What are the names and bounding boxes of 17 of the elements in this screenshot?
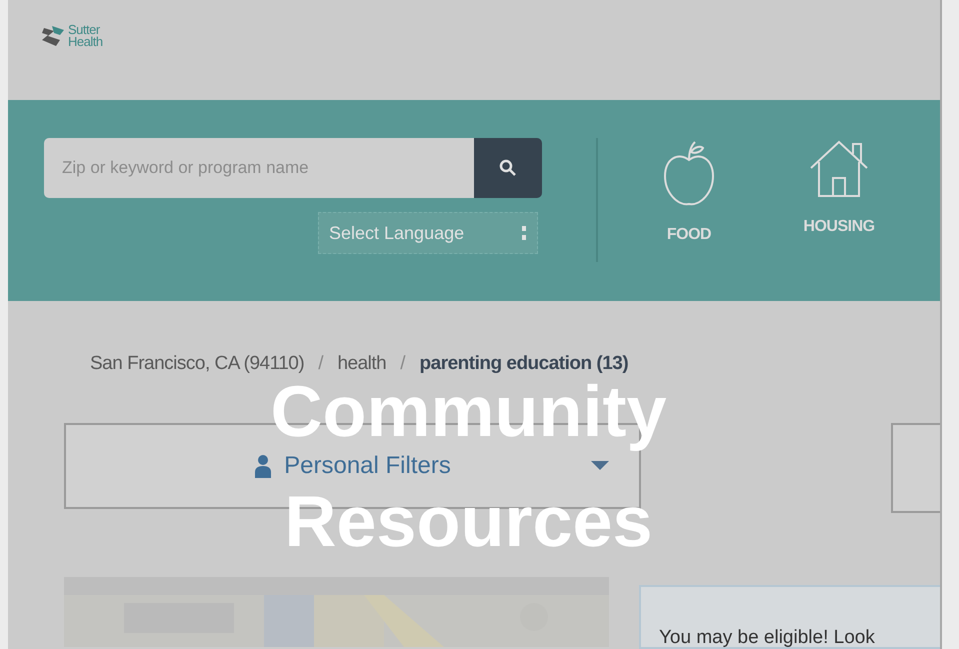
breadcrumb-link[interactable]: parenting education (13) bbox=[420, 353, 628, 375]
breadcrumb-link[interactable]: San Francisco, CA (94110) bbox=[90, 353, 304, 375]
category-link[interactable]: HOUSING bbox=[784, 138, 894, 301]
category-link[interactable]: FOOD bbox=[634, 138, 744, 301]
language-select[interactable]: Select Language bbox=[318, 212, 538, 254]
search-field[interactable]: Zip or keyword or program name bbox=[44, 138, 474, 198]
updown-icon bbox=[521, 225, 527, 242]
person-icon bbox=[254, 454, 272, 478]
logo-text: Sutter Health bbox=[68, 24, 103, 48]
search-button[interactable] bbox=[474, 138, 542, 198]
breadcrumb-link[interactable]: health bbox=[337, 353, 386, 375]
search-icon bbox=[499, 159, 517, 178]
logo-icon bbox=[40, 24, 66, 48]
breadcrumb-separator: / bbox=[318, 353, 324, 375]
notice-text: You may be eligible! Look bbox=[659, 627, 876, 647]
caret-icon bbox=[591, 461, 609, 470]
breadcrumb-separator: / bbox=[400, 353, 406, 375]
